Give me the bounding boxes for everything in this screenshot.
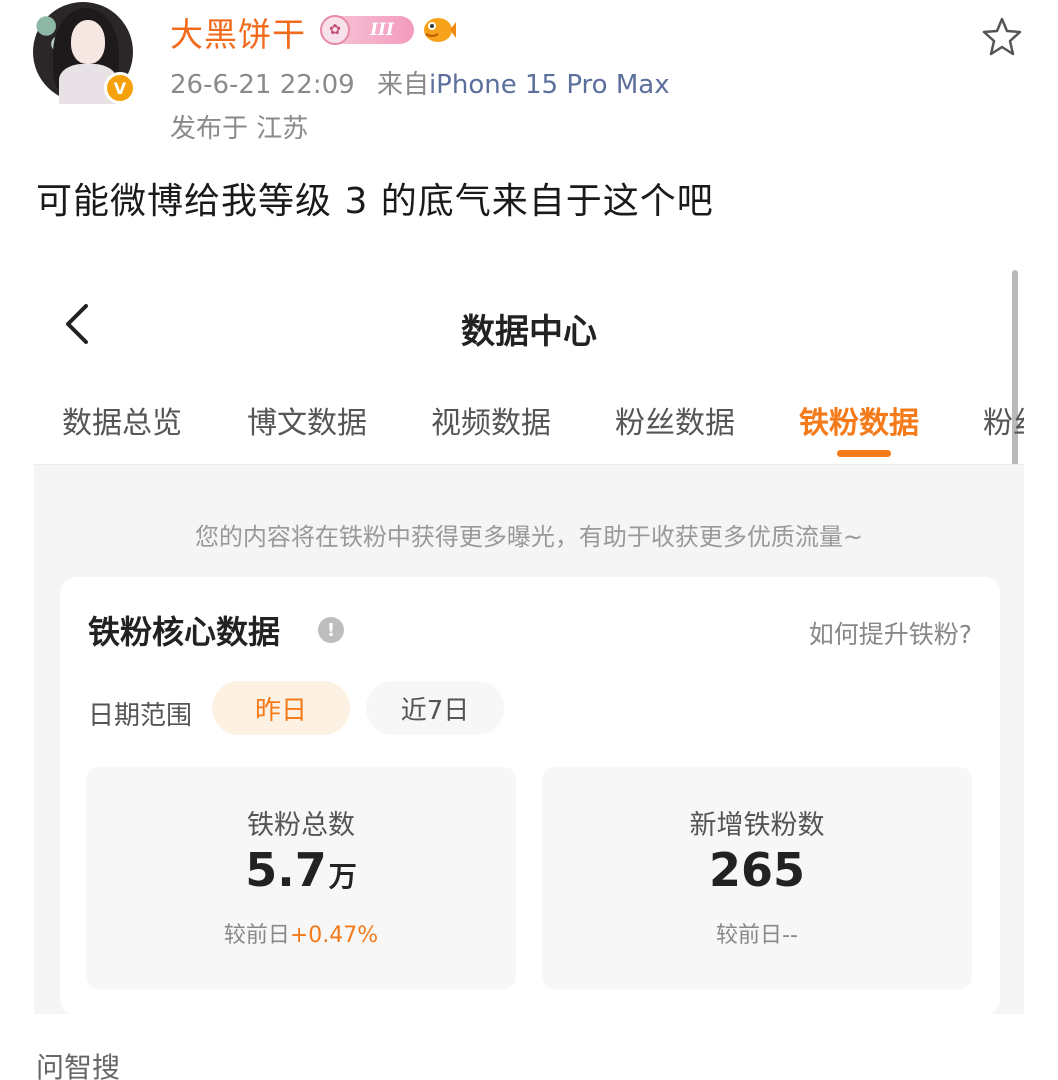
compare-prefix: 较前日 — [223, 923, 290, 948]
verified-v-icon: V — [104, 72, 136, 104]
tab-bar: 数据总览 博文数据 视频数据 粉丝数据 铁粉数据 粉丝 — [34, 392, 1024, 462]
tab-overview: 数据总览 — [62, 406, 182, 441]
username[interactable]: 大黑饼干 — [170, 8, 306, 56]
notice-text: 您的内容将在铁粉中获得更多曝光，有助于收获更多优质流量~ — [194, 523, 864, 551]
stat-number: 5.7 — [245, 843, 327, 897]
card-title: 铁粉核心数据 — [88, 613, 281, 651]
active-tab-indicator — [837, 450, 891, 457]
tab-post-data: 博文数据 — [247, 406, 367, 441]
help-link: 如何提升铁粉? — [808, 620, 972, 649]
stat-compare: 较前日-- — [542, 917, 972, 949]
date-chip-7days: 近7日 — [366, 681, 504, 735]
ai-search-link[interactable]: 问智搜 — [36, 1046, 120, 1080]
level-badge-label: III — [370, 20, 394, 40]
star-icon[interactable] — [982, 16, 1022, 56]
stat-compare: 较前日+0.47% — [86, 917, 516, 949]
doll-icon: ✿ — [320, 15, 350, 45]
device-link[interactable]: iPhone 15 Pro Max — [429, 70, 670, 100]
tab-iron-fans-data: 铁粉数据 — [799, 406, 919, 441]
info-icon: ! — [318, 617, 344, 643]
compare-prefix: 较前日 — [716, 923, 783, 948]
stat-number: 265 — [708, 843, 806, 897]
stat-label: 铁粉总数 — [247, 810, 355, 841]
stat-unit: 万 — [328, 860, 357, 893]
fish-icon[interactable] — [420, 12, 456, 46]
content-area: 您的内容将在铁粉中获得更多曝光，有助于收获更多优质流量~ 铁粉核心数据 ! 如何… — [34, 464, 1024, 1014]
post-timestamp: 26-6-21 22:09 — [170, 70, 355, 100]
iron-fans-core-card: 铁粉核心数据 ! 如何提升铁粉? 日期范围 昨日 近7日 铁粉总数 5.7万 较… — [60, 577, 1000, 1014]
tab-video-data: 视频数据 — [431, 406, 551, 441]
embedded-screenshot[interactable]: 数据中心 数据总览 博文数据 视频数据 粉丝数据 铁粉数据 粉丝 您的内容将在铁… — [34, 262, 1024, 1014]
post-meta: 26-6-21 22:09 来自iPhone 15 Pro Max — [170, 64, 670, 101]
stat-value: 5.7万 — [86, 843, 516, 897]
compare-value: -- — [782, 923, 798, 948]
stat-new-iron-fans: 新增铁粉数 265 较前日-- — [542, 767, 972, 989]
source-prefix: 来自 — [376, 70, 429, 100]
date-range-label: 日期范围 — [88, 701, 193, 731]
level-badge-icon[interactable]: ✿ III — [320, 15, 414, 45]
stat-value: 265 — [542, 843, 972, 897]
screen-title: 数据中心 — [461, 312, 597, 352]
post-text: 可能微博给我等级 3 的底气来自于这个吧 — [36, 181, 714, 222]
post-location: 发布于 江苏 — [170, 114, 309, 144]
tab-fans-data: 粉丝数据 — [615, 406, 735, 441]
compare-value: +0.47% — [289, 923, 379, 948]
date-chip-yesterday: 昨日 — [212, 681, 350, 735]
stat-label: 新增铁粉数 — [689, 810, 825, 841]
stat-total-iron-fans: 铁粉总数 5.7万 较前日+0.47% — [86, 767, 516, 989]
tab-fans-partial: 粉丝 — [983, 406, 1024, 441]
